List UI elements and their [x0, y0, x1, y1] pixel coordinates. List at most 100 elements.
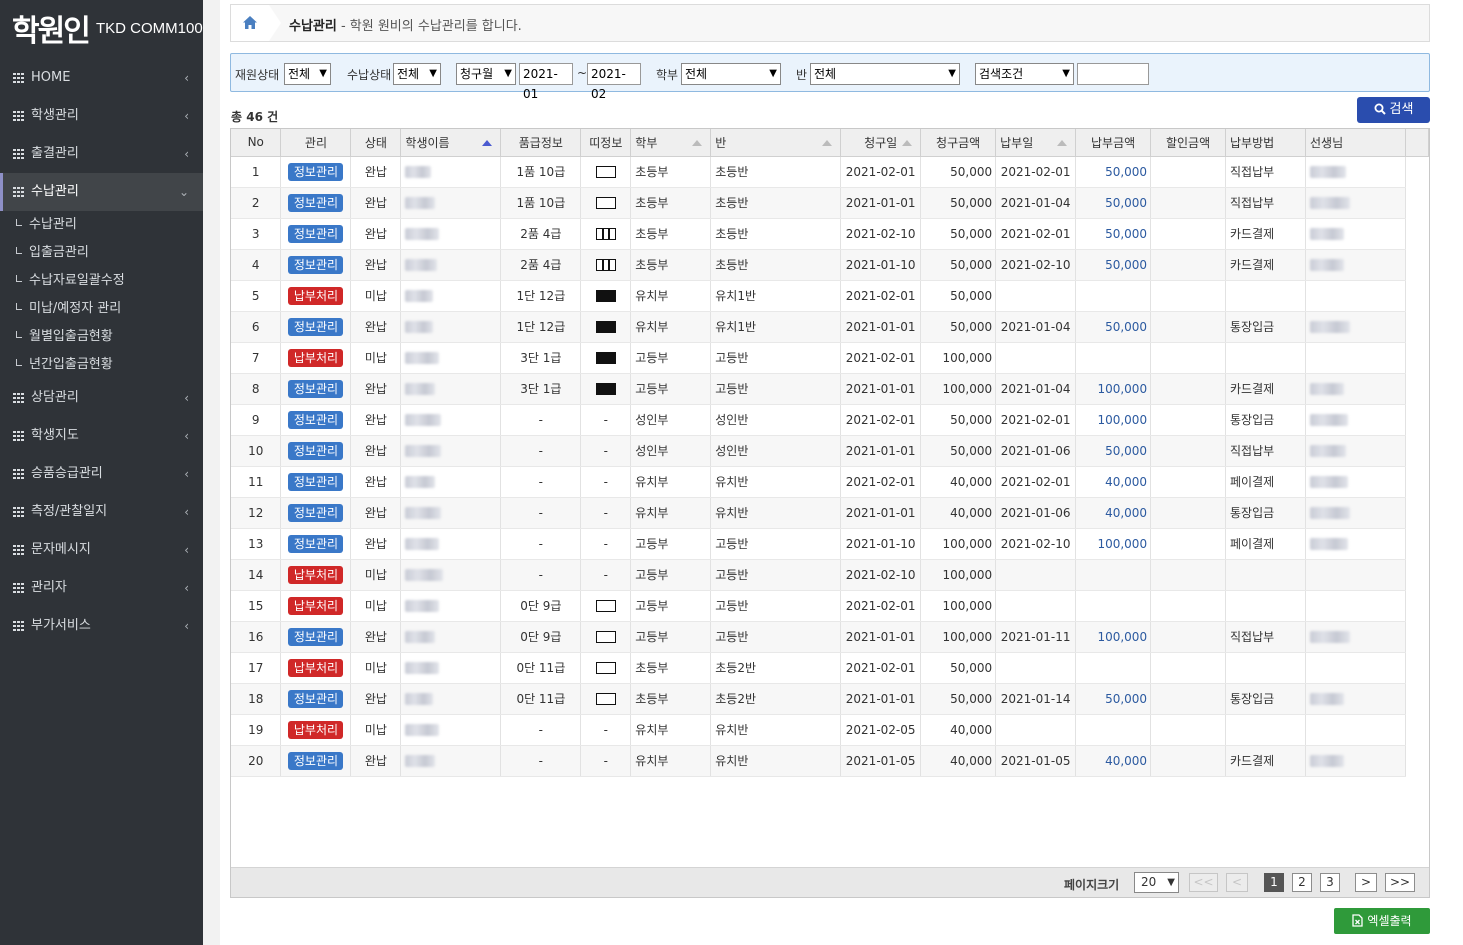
teacher-name — [1305, 342, 1406, 374]
sidebar-subitem-2[interactable]: 수납자료일괄수정 — [0, 267, 203, 295]
info-manage-button[interactable]: 정보관리 — [288, 503, 344, 522]
sidebar-item-10[interactable]: 부가서비스 ‹ — [0, 607, 203, 645]
logo[interactable]: 학원인 TKD COMM100 — [0, 0, 203, 56]
column-header[interactable]: 학부 — [630, 129, 712, 157]
page-size-select[interactable]: 20 ▼ — [1134, 872, 1179, 893]
sidebar-item-2[interactable]: 출결관리 ‹ — [0, 135, 203, 173]
sidebar-subitem-0[interactable]: 수납관리 — [0, 211, 203, 239]
sort-up-icon[interactable] — [482, 140, 493, 146]
info-manage-button[interactable]: 정보관리 — [288, 751, 344, 770]
search-keyword-input[interactable] — [1077, 63, 1149, 85]
department-select[interactable]: 전체 ▼ — [681, 63, 781, 85]
column-header[interactable]: 학생이름 — [400, 129, 502, 157]
student-name[interactable] — [400, 559, 502, 591]
column-header[interactable]: 청구일 — [840, 129, 922, 157]
sort-up-icon[interactable] — [692, 140, 703, 146]
payment-process-button[interactable]: 납부처리 — [288, 286, 344, 305]
info-manage-button[interactable]: 정보관리 — [288, 224, 344, 243]
student-name[interactable] — [400, 621, 502, 653]
info-manage-button[interactable]: 정보관리 — [288, 255, 344, 274]
column-header[interactable]: 납부일 — [995, 129, 1077, 157]
column-header[interactable]: 띠정보 — [580, 129, 632, 157]
student-name[interactable] — [400, 187, 502, 219]
info-manage-button[interactable]: 정보관리 — [288, 193, 344, 212]
info-manage-button[interactable]: 정보관리 — [288, 534, 344, 553]
student-name[interactable] — [400, 156, 502, 188]
sidebar-item-8[interactable]: 문자메시지 ‹ — [0, 531, 203, 569]
sidebar-item-3[interactable]: 수납관리 ⌄ — [0, 173, 203, 211]
enroll-status-select[interactable]: 전체 ▼ — [284, 63, 331, 85]
sidebar-item-7[interactable]: 측정/관찰일지 ‹ — [0, 493, 203, 531]
next-page-button[interactable]: > — [1355, 873, 1377, 892]
sidebar-item-5[interactable]: 학생지도 ‹ — [0, 417, 203, 455]
sidebar-item-0[interactable]: HOME ‹ — [0, 59, 203, 97]
info-manage-button[interactable]: 정보관리 — [288, 317, 344, 336]
student-name[interactable] — [400, 311, 502, 343]
column-header[interactable]: 반 — [710, 129, 842, 157]
info-manage-button[interactable]: 정보관리 — [288, 689, 344, 708]
student-name[interactable] — [400, 280, 502, 312]
info-manage-button[interactable]: 정보관리 — [288, 410, 344, 429]
page-button-2[interactable]: 2 — [1292, 873, 1312, 892]
student-name[interactable] — [400, 342, 502, 374]
last-page-button[interactable]: >> — [1385, 873, 1415, 892]
info-manage-button[interactable]: 정보관리 — [288, 162, 344, 181]
student-name[interactable] — [400, 652, 502, 684]
home-button[interactable] — [231, 5, 269, 41]
payment-process-button[interactable]: 납부처리 — [288, 658, 344, 677]
sidebar-item-9[interactable]: 관리자 ‹ — [0, 569, 203, 607]
column-header[interactable]: 청구금액 — [920, 129, 997, 157]
month-from-input[interactable]: 2021-01 — [519, 63, 573, 101]
student-name[interactable] — [400, 683, 502, 715]
student-name[interactable] — [400, 528, 502, 560]
month-to-input[interactable]: 2021-02 — [587, 63, 641, 101]
column-header[interactable]: 할인금액 — [1150, 129, 1227, 157]
student-name[interactable] — [400, 249, 502, 281]
sidebar-subitem-1[interactable]: 입출금관리 — [0, 239, 203, 267]
column-header[interactable]: No — [231, 129, 282, 157]
sort-up-icon[interactable] — [822, 140, 833, 146]
column-header[interactable]: 관리 — [280, 129, 352, 157]
page-button-3[interactable]: 3 — [1320, 873, 1340, 892]
page-button-1[interactable]: 1 — [1264, 873, 1284, 892]
student-name[interactable] — [400, 714, 502, 746]
column-header[interactable]: 상태 — [350, 129, 402, 157]
column-header[interactable]: 납부금액 — [1075, 129, 1152, 157]
student-name[interactable] — [400, 404, 502, 436]
student-name[interactable] — [400, 466, 502, 498]
sort-up-icon[interactable] — [1057, 140, 1068, 146]
payment-process-button[interactable]: 납부처리 — [288, 720, 344, 739]
search-condition-select[interactable]: 검색조건 ▼ — [975, 63, 1074, 85]
column-header[interactable]: 품급정보 — [500, 129, 582, 157]
sidebar-subitem-5[interactable]: 년간입출금현황 — [0, 351, 203, 379]
sort-up-icon[interactable] — [902, 140, 913, 146]
class-select[interactable]: 전체 ▼ — [810, 63, 960, 85]
column-header[interactable]: 선생님 — [1305, 129, 1406, 157]
month-type-select[interactable]: 청구월 ▼ — [456, 63, 516, 85]
student-name[interactable] — [400, 218, 502, 250]
sidebar-item-4[interactable]: 상담관리 ‹ — [0, 379, 203, 417]
sidebar-subitem-4[interactable]: 월별입출금현황 — [0, 323, 203, 351]
payment-process-button[interactable]: 납부처리 — [288, 348, 344, 367]
search-button[interactable]: 검색 — [1357, 97, 1430, 123]
student-name[interactable] — [400, 590, 502, 622]
sidebar-item-6[interactable]: 승품승급관리 ‹ — [0, 455, 203, 493]
column-header[interactable]: 납부방법 — [1225, 129, 1306, 157]
pay-method — [1225, 559, 1306, 591]
first-page-button[interactable]: << — [1189, 873, 1218, 892]
info-manage-button[interactable]: 정보관리 — [288, 379, 344, 398]
info-manage-button[interactable]: 정보관리 — [288, 441, 344, 460]
payment-process-button[interactable]: 납부처리 — [288, 596, 344, 615]
sidebar-subitem-3[interactable]: 미납/예정자 관리 — [0, 295, 203, 323]
prev-page-button[interactable]: < — [1226, 873, 1248, 892]
student-name[interactable] — [400, 745, 502, 777]
info-manage-button[interactable]: 정보관리 — [288, 472, 344, 491]
info-manage-button[interactable]: 정보관리 — [288, 627, 344, 646]
student-name[interactable] — [400, 373, 502, 405]
excel-export-button[interactable]: 엑셀출력 — [1334, 908, 1430, 934]
payment-status-select[interactable]: 전체 ▼ — [393, 63, 441, 85]
payment-process-button[interactable]: 납부처리 — [288, 565, 344, 584]
student-name[interactable] — [400, 497, 502, 529]
sidebar-item-1[interactable]: 학생관리 ‹ — [0, 97, 203, 135]
student-name[interactable] — [400, 435, 502, 467]
